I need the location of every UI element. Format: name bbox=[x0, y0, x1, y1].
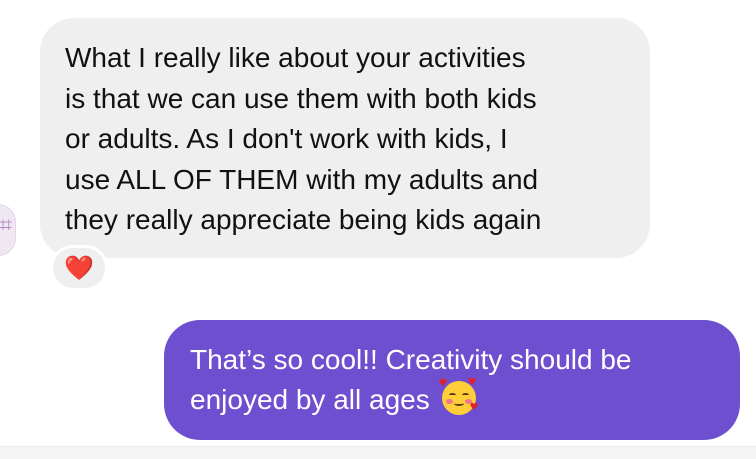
chat-thread: ⌗ What I really like about your activiti… bbox=[0, 0, 756, 459]
sender-avatar[interactable]: ⌗ bbox=[0, 204, 16, 256]
incoming-message-bubble[interactable]: What I really like about your activities… bbox=[40, 18, 650, 258]
message-line: enjoyed by all ages bbox=[190, 384, 430, 415]
reaction-badge[interactable]: ❤️ bbox=[50, 245, 108, 291]
composer-edge bbox=[0, 446, 756, 459]
smiling-face-with-hearts-icon: ♥ ♥ ♥ bbox=[438, 377, 479, 415]
message-line: use ALL OF THEM with my adults and bbox=[65, 163, 539, 195]
message-line: is that we can use them with both kids bbox=[65, 82, 537, 114]
message-line-with-emoji: enjoyed by all ages ♥ ♥ ♥ bbox=[190, 377, 720, 420]
red-heart-reaction-icon: ❤️ bbox=[64, 254, 94, 282]
message-line: they really appreciate being kids again bbox=[65, 204, 542, 235]
avatar-image-icon: ⌗ bbox=[0, 213, 12, 238]
outgoing-message-bubble[interactable]: That’s so cool!! Creativity should be en… bbox=[164, 320, 740, 440]
message-line: What I really like about your activities bbox=[65, 42, 526, 73]
message-line: or adults. As I don't work with kids, I bbox=[65, 123, 508, 154]
message-line: That’s so cool!! Creativity should be bbox=[190, 344, 632, 375]
